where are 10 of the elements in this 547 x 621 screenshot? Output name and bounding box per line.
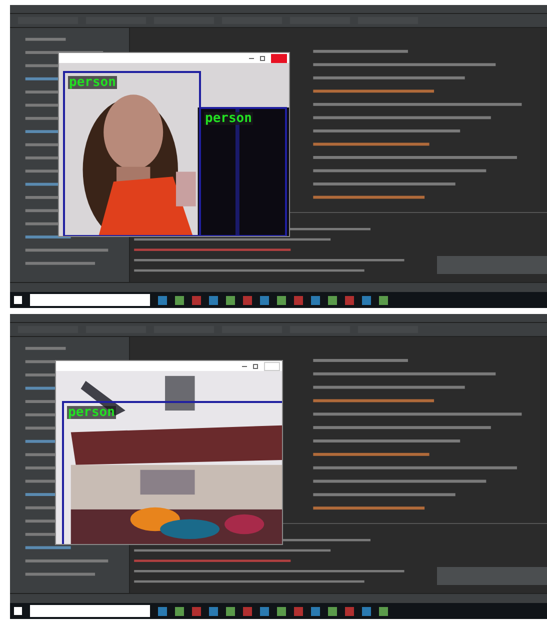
detection-label: person — [68, 76, 117, 89]
maximize-icon[interactable] — [260, 56, 265, 60]
windows-start-icon[interactable] — [14, 296, 22, 304]
detection-label: person — [204, 112, 253, 125]
detection-label: person — [67, 406, 116, 419]
close-button[interactable] — [271, 54, 287, 62]
search-field[interactable] — [30, 294, 150, 306]
maximize-icon[interactable] — [253, 364, 258, 368]
windows-start-icon[interactable] — [14, 607, 22, 615]
search-field[interactable] — [30, 605, 150, 617]
